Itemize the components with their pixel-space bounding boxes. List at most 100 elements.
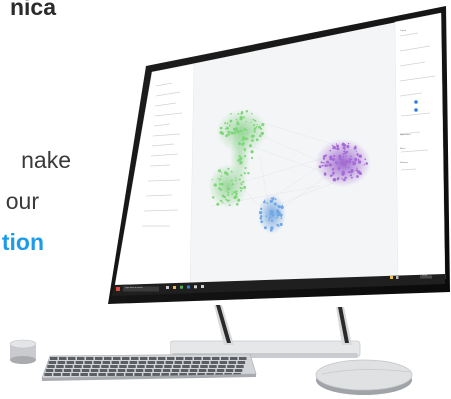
keyboard-key <box>152 373 160 376</box>
keyboard-key <box>198 369 207 372</box>
keyboard-key <box>93 361 102 364</box>
keyboard-key <box>77 357 85 360</box>
keyboard-key <box>180 369 189 372</box>
keyboard-key <box>227 365 235 368</box>
keyboard-key <box>54 369 63 372</box>
keyboard-key <box>134 373 142 376</box>
keyboard-key <box>98 373 106 376</box>
keyboard-key <box>173 365 181 368</box>
keyboard-key <box>147 361 156 364</box>
keyboard-key <box>62 373 70 376</box>
keyboard-key <box>125 373 133 376</box>
keyboard-key <box>56 365 64 368</box>
keyboard-key <box>113 357 121 360</box>
keyboard-key <box>131 357 139 360</box>
keyboard-key <box>228 361 237 364</box>
keyboard-key <box>218 365 226 368</box>
keyboard-key <box>207 369 216 372</box>
keyboard <box>41 354 257 381</box>
keyboard-key <box>161 373 169 376</box>
keyboard-key <box>140 357 148 360</box>
keyboard-key <box>146 365 154 368</box>
keyboard-key <box>48 361 57 364</box>
panel-label-filters: Filters <box>400 148 406 150</box>
keyboard-key <box>104 357 112 360</box>
keyboard-key <box>128 365 136 368</box>
keyboard-key <box>102 361 111 364</box>
panel-label-statistics: Statistics <box>400 162 409 164</box>
keyboard-key <box>239 357 247 360</box>
keyboard-key <box>192 361 201 364</box>
keyboard-key <box>137 365 145 368</box>
keyboard-key <box>47 365 55 368</box>
keyboard-key <box>45 369 54 372</box>
keyboard-key <box>122 357 130 360</box>
keyboard-key <box>143 373 151 376</box>
keyboard-key <box>126 369 135 372</box>
keyboard-key <box>72 369 81 372</box>
keyboard-key <box>75 361 84 364</box>
keyboard-key <box>65 365 73 368</box>
hero-line-1: nica <box>9 0 56 20</box>
hero-line-4: tion <box>1 229 44 255</box>
keyboard-key <box>230 357 238 360</box>
keyboard-key <box>50 357 58 360</box>
keyboard-key <box>237 361 246 364</box>
keyboard-key <box>158 357 166 360</box>
keyboard-key <box>107 373 115 376</box>
keyboard-key <box>53 373 61 376</box>
keyboard-key <box>155 365 163 368</box>
keyboard-key <box>138 361 147 364</box>
keyboard-key <box>149 357 157 360</box>
keyboard-key <box>162 369 171 372</box>
surface-dial <box>9 339 37 364</box>
keyboard-key <box>68 357 76 360</box>
keyboard-key <box>110 365 118 368</box>
keyboard-key <box>221 357 229 360</box>
keyboard-key <box>59 357 67 360</box>
keyboard-key <box>95 357 103 360</box>
keyboard-key <box>116 373 124 376</box>
keyboard-key <box>144 369 153 372</box>
hero-line-3: our <box>5 188 39 214</box>
keyboard-key <box>83 365 91 368</box>
keyboard-key <box>165 361 174 364</box>
keyboard-key <box>120 361 129 364</box>
keyboard-key <box>167 357 175 360</box>
keyboard-key <box>66 361 75 364</box>
keyboard-key <box>84 361 93 364</box>
keyboard-key <box>219 361 228 364</box>
keyboard-key <box>44 373 52 376</box>
desktop-monitor: Layout Appearance Filters Statistics Typ… <box>100 6 451 306</box>
keyboard-key <box>74 365 82 368</box>
taskbar-clock: 12:00 <box>422 275 428 277</box>
keyboard-key <box>234 369 243 372</box>
keyboard-key <box>63 369 72 372</box>
keyboard-key <box>236 365 244 368</box>
hero-line-2: nake <box>21 147 71 173</box>
keyboard-key <box>174 361 183 364</box>
keyboard-key <box>209 365 217 368</box>
panel-label-appearance: Appearance <box>400 134 411 136</box>
keyboard-key <box>57 361 66 364</box>
keyboard-key <box>80 373 88 376</box>
keyboard-key <box>200 365 208 368</box>
keyboard-key <box>81 369 90 372</box>
panel-label-layout: Layout <box>400 30 407 32</box>
keyboard-key <box>164 365 172 368</box>
keyboard-key <box>201 361 210 364</box>
keyboard-key <box>189 369 198 372</box>
screen-ui: Layout Appearance Filters Statistics Typ… <box>100 6 451 306</box>
keyboard-key <box>119 365 127 368</box>
keyboard-key <box>171 369 180 372</box>
keyboard-key <box>101 365 109 368</box>
keyboard-key <box>176 357 184 360</box>
keyboard-key <box>86 357 94 360</box>
keyboard-key <box>203 357 211 360</box>
keyboard-key <box>156 361 165 364</box>
keyboard-key <box>225 369 234 372</box>
keyboard-key <box>99 369 108 372</box>
keyboard-key <box>108 369 117 372</box>
keyboard-key <box>135 369 144 372</box>
mouse <box>315 359 413 395</box>
